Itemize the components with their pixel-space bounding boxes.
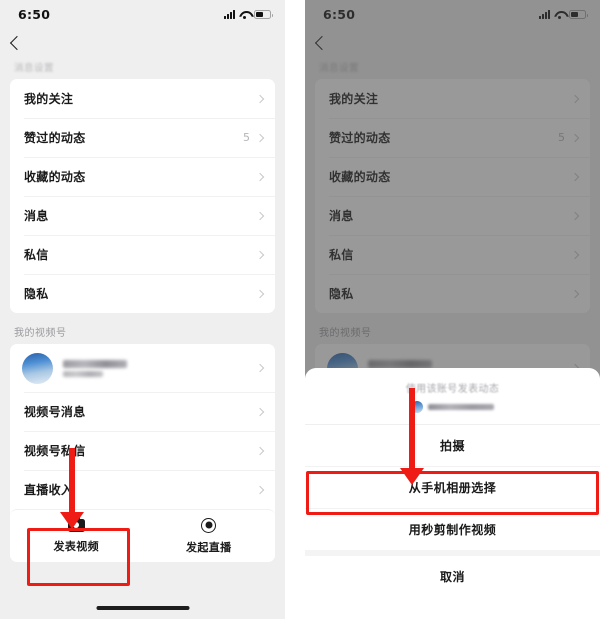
status-icons [539, 9, 588, 19]
list-item[interactable]: 我的关注 [315, 79, 590, 118]
dual-screenshot-stage: 6:50 消息设置 我的关注 赞过的动态 5 收藏的动态 消息 私信 隐私 我的… [0, 0, 600, 619]
list-item-label: 收藏的动态 [24, 170, 86, 184]
list-item-label: 收藏的动态 [329, 170, 391, 184]
settings-card: 我的关注 赞过的动态 5 收藏的动态 消息 私信 隐私 [10, 79, 275, 313]
wifi-icon [554, 10, 565, 19]
sheet-item-make-with-miaojian[interactable]: 用秒剪制作视频 [305, 509, 600, 550]
channel-card: 视频号消息 视频号私信 直播收入 发表视频 发起直播 [10, 344, 275, 562]
annotation-arrow-right [400, 388, 424, 486]
signal-bars-icon [224, 9, 235, 19]
sheet-item-label: 用秒剪制作视频 [408, 523, 497, 537]
status-bar-left: 6:50 [0, 0, 285, 28]
list-item-label: 隐私 [24, 287, 49, 301]
list-item-label: 赞过的动态 [329, 131, 391, 145]
list-item[interactable]: 赞过的动态 5 [315, 118, 590, 157]
chevron-right-icon [255, 250, 265, 259]
live-broadcast-icon [201, 517, 217, 533]
list-item[interactable]: 直播收入 [10, 470, 275, 509]
battery-icon [254, 9, 273, 19]
back-chevron-icon[interactable] [314, 35, 330, 51]
list-item-label: 消息 [24, 209, 49, 223]
list-item[interactable]: 收藏的动态 [315, 157, 590, 196]
chevron-right-icon [255, 133, 265, 142]
sheet-item-label: 拍摄 [439, 439, 465, 453]
chevron-right-icon [570, 211, 580, 220]
avatar [22, 352, 53, 384]
status-clock: 6:50 [323, 6, 356, 22]
list-item[interactable]: 私信 [315, 235, 590, 274]
profile-name-redacted [368, 359, 432, 368]
sheet-item-choose-from-album[interactable]: 从手机相册选择 [305, 467, 600, 509]
left-phone-screen: 6:50 消息设置 我的关注 赞过的动态 5 收藏的动态 消息 私信 隐私 我的… [0, 0, 285, 619]
chevron-right-icon [255, 94, 265, 103]
nav-bar-left [0, 28, 285, 58]
profile-name-redacted [63, 359, 127, 368]
chevron-right-icon [255, 407, 265, 416]
list-item[interactable]: 视频号私信 [10, 431, 275, 470]
start-live-label: 发起直播 [185, 540, 232, 554]
section-title-messages: 消息设置 [319, 63, 360, 74]
chevron-right-icon [570, 289, 580, 298]
action-sheet: 使用该账号发表动态 拍摄 从手机相册选择 用秒剪制作视频 取消 [305, 368, 600, 619]
chevron-right-icon [255, 485, 265, 494]
publish-video-label: 发表视频 [53, 539, 100, 553]
list-item[interactable]: 消息 [10, 196, 275, 235]
list-item-label: 我的关注 [329, 92, 379, 106]
list-item-label: 直播收入 [24, 483, 74, 497]
status-clock: 6:50 [18, 6, 51, 22]
chevron-right-icon [255, 172, 265, 181]
action-sheet-header: 使用该账号发表动态 [305, 368, 600, 425]
chevron-right-icon [255, 363, 265, 373]
list-item[interactable]: 收藏的动态 [10, 157, 275, 196]
list-item-label: 视频号私信 [24, 444, 86, 458]
list-item-label: 私信 [24, 248, 49, 262]
section-title-my-channel: 我的视频号 [319, 328, 372, 339]
list-item-label: 隐私 [329, 287, 354, 301]
list-item[interactable]: 视频号消息 [10, 392, 275, 431]
chevron-right-icon [570, 94, 580, 103]
battery-icon [569, 9, 588, 19]
signal-bars-icon [539, 9, 550, 19]
list-item-label: 消息 [329, 209, 354, 223]
home-indicator [96, 606, 189, 610]
account-name-redacted [428, 403, 494, 410]
sheet-item-cancel[interactable]: 取消 [305, 556, 600, 597]
list-item-value: 5 [243, 131, 250, 144]
list-item-label: 视频号消息 [24, 405, 86, 419]
section-title-messages: 消息设置 [14, 63, 55, 74]
profile-subtitle-redacted [63, 370, 103, 377]
list-item[interactable]: 隐私 [315, 274, 590, 313]
right-phone-screen: 6:50 消息设置 我的关注 赞过的动态 5 收藏的动态 消息 私信 隐私 我的… [305, 0, 600, 619]
list-item-label: 私信 [329, 248, 354, 262]
settings-card: 我的关注 赞过的动态 5 收藏的动态 消息 私信 隐私 [315, 79, 590, 313]
sheet-item-shoot[interactable]: 拍摄 [305, 425, 600, 467]
list-item[interactable]: 赞过的动态 5 [10, 118, 275, 157]
section-title-my-channel: 我的视频号 [14, 328, 67, 339]
profile-text [63, 359, 257, 377]
sheet-cancel-label: 取消 [439, 570, 465, 584]
list-item[interactable]: 隐私 [10, 274, 275, 313]
profile-row[interactable] [10, 344, 275, 392]
list-item-label: 我的关注 [24, 92, 74, 106]
chevron-right-icon [255, 446, 265, 455]
list-item-label: 赞过的动态 [24, 131, 86, 145]
back-chevron-icon[interactable] [9, 35, 25, 51]
chevron-right-icon [570, 172, 580, 181]
list-item-value: 5 [558, 131, 565, 144]
list-item[interactable]: 私信 [10, 235, 275, 274]
chevron-right-icon [570, 250, 580, 259]
status-bar-right: 6:50 [305, 0, 600, 28]
status-icons [224, 9, 273, 19]
list-item[interactable]: 我的关注 [10, 79, 275, 118]
list-item[interactable]: 消息 [315, 196, 590, 235]
wifi-icon [239, 10, 250, 19]
action-bar: 发表视频 发起直播 [10, 509, 275, 562]
start-live-button[interactable]: 发起直播 [143, 510, 276, 562]
chevron-right-icon [570, 133, 580, 142]
chevron-right-icon [255, 211, 265, 220]
nav-bar-right [305, 28, 600, 58]
chevron-right-icon [255, 289, 265, 298]
annotation-arrow-left [60, 448, 84, 532]
